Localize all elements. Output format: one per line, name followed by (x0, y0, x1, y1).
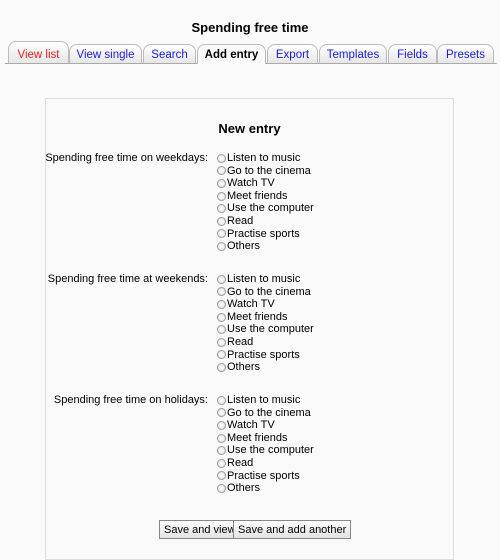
radio-label: Meet friends (227, 431, 288, 444)
radio-button[interactable] (217, 350, 226, 360)
radio-label: Watch TV (227, 419, 275, 432)
radio-button[interactable] (217, 337, 226, 347)
radio-button[interactable] (217, 216, 226, 226)
radio-label: Others (227, 361, 261, 374)
radio-option[interactable]: Listen to music (217, 152, 314, 165)
field-label: Spending free time at weekends: (47, 273, 208, 285)
radio-option[interactable]: Go to the cinema (217, 165, 314, 178)
radio-option[interactable]: Go to the cinema (217, 407, 314, 420)
radio-button[interactable] (217, 241, 226, 251)
save-and-add-another-button[interactable]: Save and add another (233, 520, 352, 539)
radio-option[interactable]: Meet friends (217, 311, 314, 324)
radio-option[interactable]: Go to the cinema (217, 286, 314, 299)
tab-view-list[interactable]: View list (8, 41, 69, 63)
radio-option[interactable]: Others (217, 361, 314, 374)
field-label: Spending free time on holidays: (53, 394, 208, 406)
radio-label: Read (227, 456, 254, 469)
tab-add-entry[interactable]: Add entry (197, 44, 266, 64)
radio-label: Watch TV (227, 177, 275, 190)
radio-button[interactable] (217, 433, 226, 443)
radio-option[interactable]: Use the computer (217, 202, 314, 215)
radio-button[interactable] (217, 483, 226, 493)
radio-label: Meet friends (227, 189, 288, 202)
radio-label: Watch TV (227, 298, 275, 311)
radio-label: Read (227, 335, 254, 348)
form-heading: New entry (218, 121, 281, 136)
radio-button[interactable] (217, 446, 226, 456)
radio-option[interactable]: Practise sports (217, 349, 314, 362)
radio-label: Use the computer (227, 202, 314, 215)
radio-button[interactable] (217, 229, 226, 239)
radio-label: Use the computer (227, 444, 314, 457)
radio-button[interactable] (217, 204, 226, 214)
tab-search[interactable]: Search (143, 44, 196, 63)
radio-option[interactable]: Watch TV (217, 177, 314, 190)
tab-export[interactable]: Export (267, 44, 318, 63)
radio-button[interactable] (217, 178, 226, 188)
radio-label: Use the computer (227, 323, 314, 336)
radio-button[interactable] (217, 274, 226, 284)
radio-label: Listen to music (227, 152, 301, 164)
radio-group: Listen to music Go to the cinema Watch TV M… (217, 273, 314, 374)
radio-option[interactable]: Practise sports (217, 470, 314, 483)
radio-label: Practise sports (227, 469, 300, 482)
tab-templates[interactable]: Templates (319, 44, 387, 63)
radio-label: Go to the cinema (227, 406, 311, 419)
radio-option[interactable]: Listen to music (217, 394, 314, 407)
radio-button[interactable] (217, 362, 226, 372)
radio-button[interactable] (217, 191, 226, 201)
radio-button[interactable] (217, 395, 226, 405)
radio-option[interactable]: Read (217, 336, 314, 349)
page-title: Spending free time (191, 20, 309, 35)
field-label: Spending free time on weekdays: (45, 152, 208, 164)
radio-option[interactable]: Watch TV (217, 298, 314, 311)
radio-label: Go to the cinema (227, 164, 311, 177)
radio-button[interactable] (217, 299, 226, 309)
save-and-view-button[interactable]: Save and view (159, 520, 241, 539)
radio-option[interactable]: Listen to music (217, 273, 314, 286)
radio-label: Read (227, 214, 254, 227)
radio-label: Meet friends (227, 310, 288, 323)
radio-label: Practise sports (227, 227, 300, 240)
radio-button[interactable] (217, 166, 226, 176)
radio-button[interactable] (217, 420, 226, 430)
radio-label: Go to the cinema (227, 285, 311, 298)
radio-option[interactable]: Others (217, 240, 314, 253)
radio-label: Others (227, 240, 261, 253)
radio-button[interactable] (217, 471, 226, 481)
radio-option[interactable]: Watch TV (217, 419, 314, 432)
radio-group: Listen to music Go to the cinema Watch TV M… (217, 394, 314, 495)
radio-label: Others (227, 482, 261, 495)
tab-view-single[interactable]: View single (69, 44, 142, 63)
radio-button[interactable] (217, 458, 226, 468)
radio-button[interactable] (217, 287, 226, 297)
radio-option[interactable]: Meet friends (217, 432, 314, 445)
radio-option[interactable]: Read (217, 215, 314, 228)
radio-button[interactable] (217, 312, 226, 322)
radio-option[interactable]: Practise sports (217, 228, 314, 241)
radio-group: Listen to music Go to the cinema Watch TV M… (217, 152, 314, 253)
radio-button[interactable] (217, 325, 226, 335)
radio-option[interactable]: Use the computer (217, 444, 314, 457)
radio-button[interactable] (217, 408, 226, 418)
radio-label: Practise sports (227, 348, 300, 361)
radio-option[interactable]: Use the computer (217, 323, 314, 336)
tab-fields[interactable]: Fields (388, 44, 437, 63)
radio-option[interactable]: Meet friends (217, 190, 314, 203)
radio-option[interactable]: Others (217, 482, 314, 495)
tab-presets[interactable]: Presets (437, 44, 494, 63)
radio-label: Listen to music (227, 273, 301, 285)
radio-option[interactable]: Read (217, 457, 314, 470)
radio-label: Listen to music (227, 394, 301, 406)
radio-button[interactable] (217, 153, 226, 163)
